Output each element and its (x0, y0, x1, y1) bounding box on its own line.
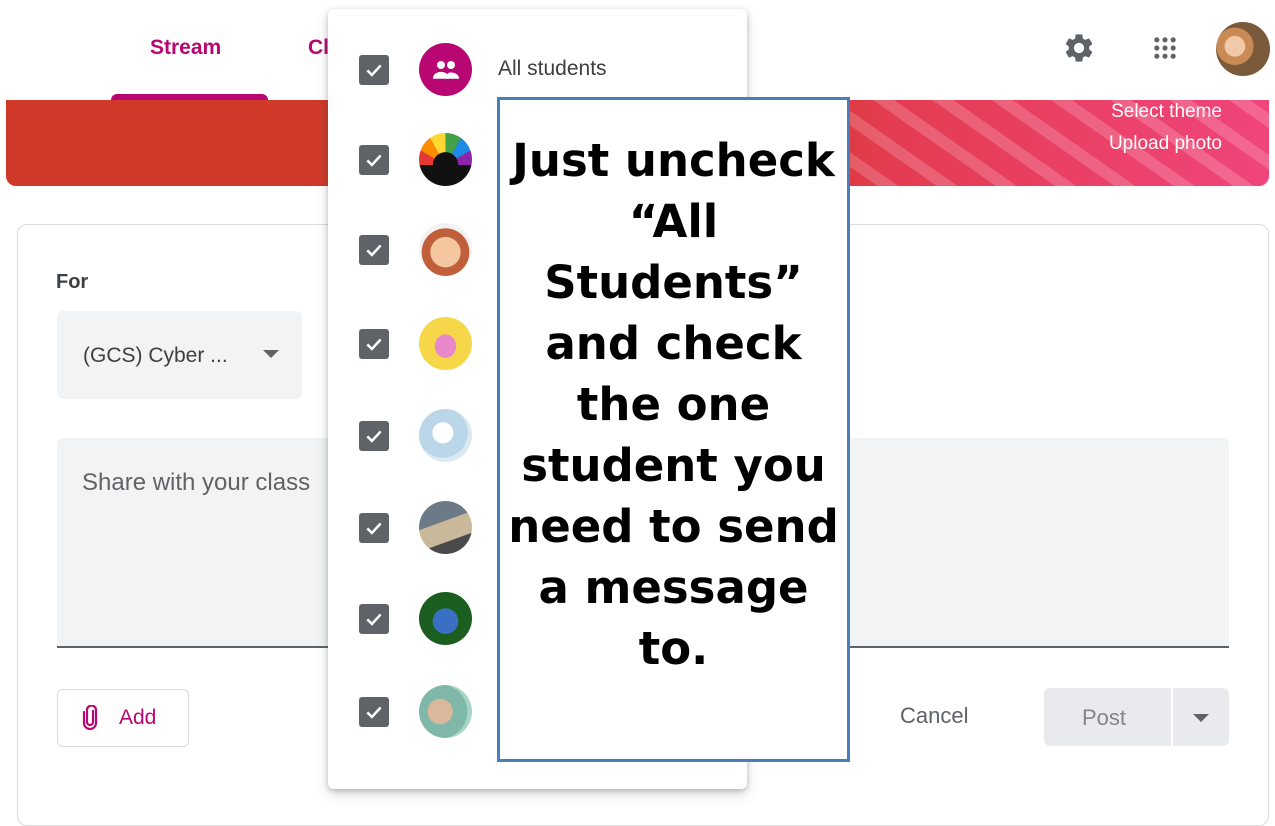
recipient-row-all-students[interactable]: All students (328, 37, 747, 101)
all-students-label: All students (498, 57, 607, 80)
chevron-down-icon (263, 350, 279, 358)
post-button[interactable]: Post (1044, 688, 1171, 746)
student-avatar (419, 685, 472, 738)
checkbox-checked[interactable] (359, 55, 389, 85)
cancel-button[interactable]: Cancel (900, 703, 968, 729)
post-options-button[interactable] (1173, 688, 1229, 746)
student-avatar (419, 133, 472, 186)
share-placeholder: Share with your class (82, 469, 311, 496)
student-avatar (419, 409, 472, 462)
people-group-icon (419, 43, 472, 96)
upload-photo-link[interactable]: Upload photo (1109, 133, 1222, 155)
instruction-callout: Just uncheck “All Students” and check th… (497, 97, 850, 762)
tab-classwork[interactable]: Cl (308, 36, 329, 60)
for-label: For (56, 271, 89, 293)
student-avatar (419, 592, 472, 645)
callout-text: Just uncheck “All Students” and check th… (508, 134, 839, 675)
chevron-down-icon (1193, 714, 1209, 722)
class-select[interactable]: (GCS) Cyber ... (57, 311, 302, 399)
student-avatar (419, 317, 472, 370)
checkbox-checked[interactable] (359, 235, 389, 265)
select-theme-link[interactable]: Select theme (1111, 101, 1222, 123)
student-avatar (419, 223, 472, 276)
paperclip-icon (80, 704, 100, 731)
apps-grid-icon[interactable] (1147, 30, 1183, 66)
checkbox-checked[interactable] (359, 604, 389, 634)
add-attachment-button[interactable]: Add (57, 689, 189, 747)
post-label: Post (1082, 705, 1127, 730)
checkbox-checked[interactable] (359, 145, 389, 175)
class-select-value: (GCS) Cyber ... (83, 344, 228, 367)
checkbox-checked[interactable] (359, 329, 389, 359)
tab-stream[interactable]: Stream (150, 36, 221, 60)
student-avatar (419, 501, 472, 554)
gear-icon[interactable] (1061, 30, 1097, 66)
user-avatar[interactable] (1216, 22, 1270, 76)
checkbox-checked[interactable] (359, 421, 389, 451)
checkbox-checked[interactable] (359, 697, 389, 727)
checkbox-checked[interactable] (359, 513, 389, 543)
add-label: Add (119, 706, 157, 729)
